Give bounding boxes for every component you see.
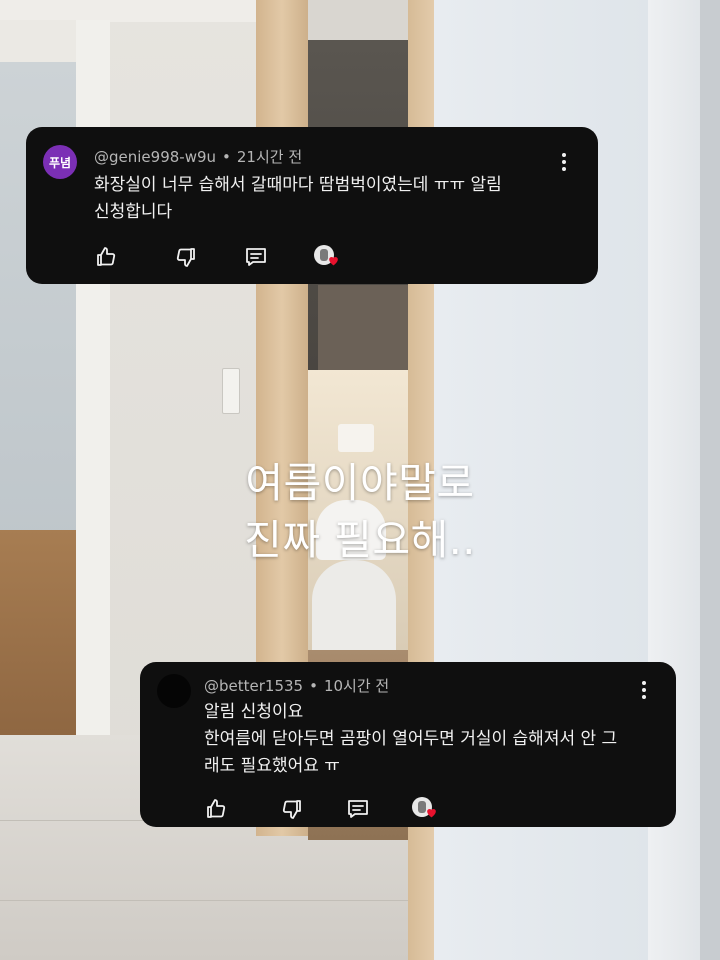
avatar[interactable] — [157, 674, 191, 708]
comment-author[interactable]: @genie998-w9u — [94, 148, 216, 166]
comment-time: 21시간 전 — [236, 148, 303, 166]
caption-line-1: 여름이야말로 — [245, 459, 475, 507]
comment-line: 한여름에 닫아두면 곰팡이 열어두면 거실이 습해져서 안 그 — [204, 729, 618, 749]
comment-card: @better1535 • 10시간 전 알림 신청이요 한여름에 닫아두면 곰팡이… — [140, 662, 676, 827]
comment-time: 10시간 전 — [323, 677, 390, 695]
avatar[interactable]: 푸념 — [43, 145, 77, 179]
light-switch — [222, 368, 240, 414]
comment-line: 알림 신청이요 — [204, 702, 304, 722]
thumbs-up-icon[interactable] — [92, 243, 120, 271]
thumbs-down-icon[interactable] — [278, 795, 306, 823]
thumbs-up-icon[interactable] — [202, 795, 230, 823]
more-options-icon[interactable] — [554, 150, 574, 174]
reply-icon[interactable] — [242, 243, 270, 271]
reply-icon[interactable] — [344, 795, 372, 823]
comment-line: 화장실이 너무 습해서 갈때마다 땀범벅이였는데 ㅠㅠ 알림 — [94, 175, 502, 195]
caption-line-2: 진짜 필요해.. — [244, 516, 476, 564]
more-options-icon[interactable] — [634, 678, 654, 702]
creator-heart-icon — [312, 243, 340, 271]
comment-meta: @better1535 • 10시간 전 — [204, 677, 390, 695]
creator-heart-icon — [410, 795, 438, 823]
overlay-caption: 여름이야말로 진짜 필요해.. — [0, 455, 720, 569]
comment-text: 화장실이 너무 습해서 갈때마다 땀범벅이였는데 ㅠㅠ 알림 신청합니다 — [94, 172, 502, 226]
thumbs-down-icon[interactable] — [172, 243, 200, 271]
comment-meta: @genie998-w9u • 21시간 전 — [94, 148, 303, 166]
comment-line: 신청합니다 — [94, 202, 173, 222]
comment-text: 알림 신청이요 한여름에 닫아두면 곰팡이 열어두면 거실이 습해져서 안 그 … — [204, 699, 617, 780]
comment-author[interactable]: @better1535 — [204, 677, 303, 695]
comment-line: 래도 필요했어요 ㅠ — [204, 756, 340, 776]
comment-card: 푸념 @genie998-w9u • 21시간 전 화장실이 너무 습해서 갈때마다… — [26, 127, 598, 284]
